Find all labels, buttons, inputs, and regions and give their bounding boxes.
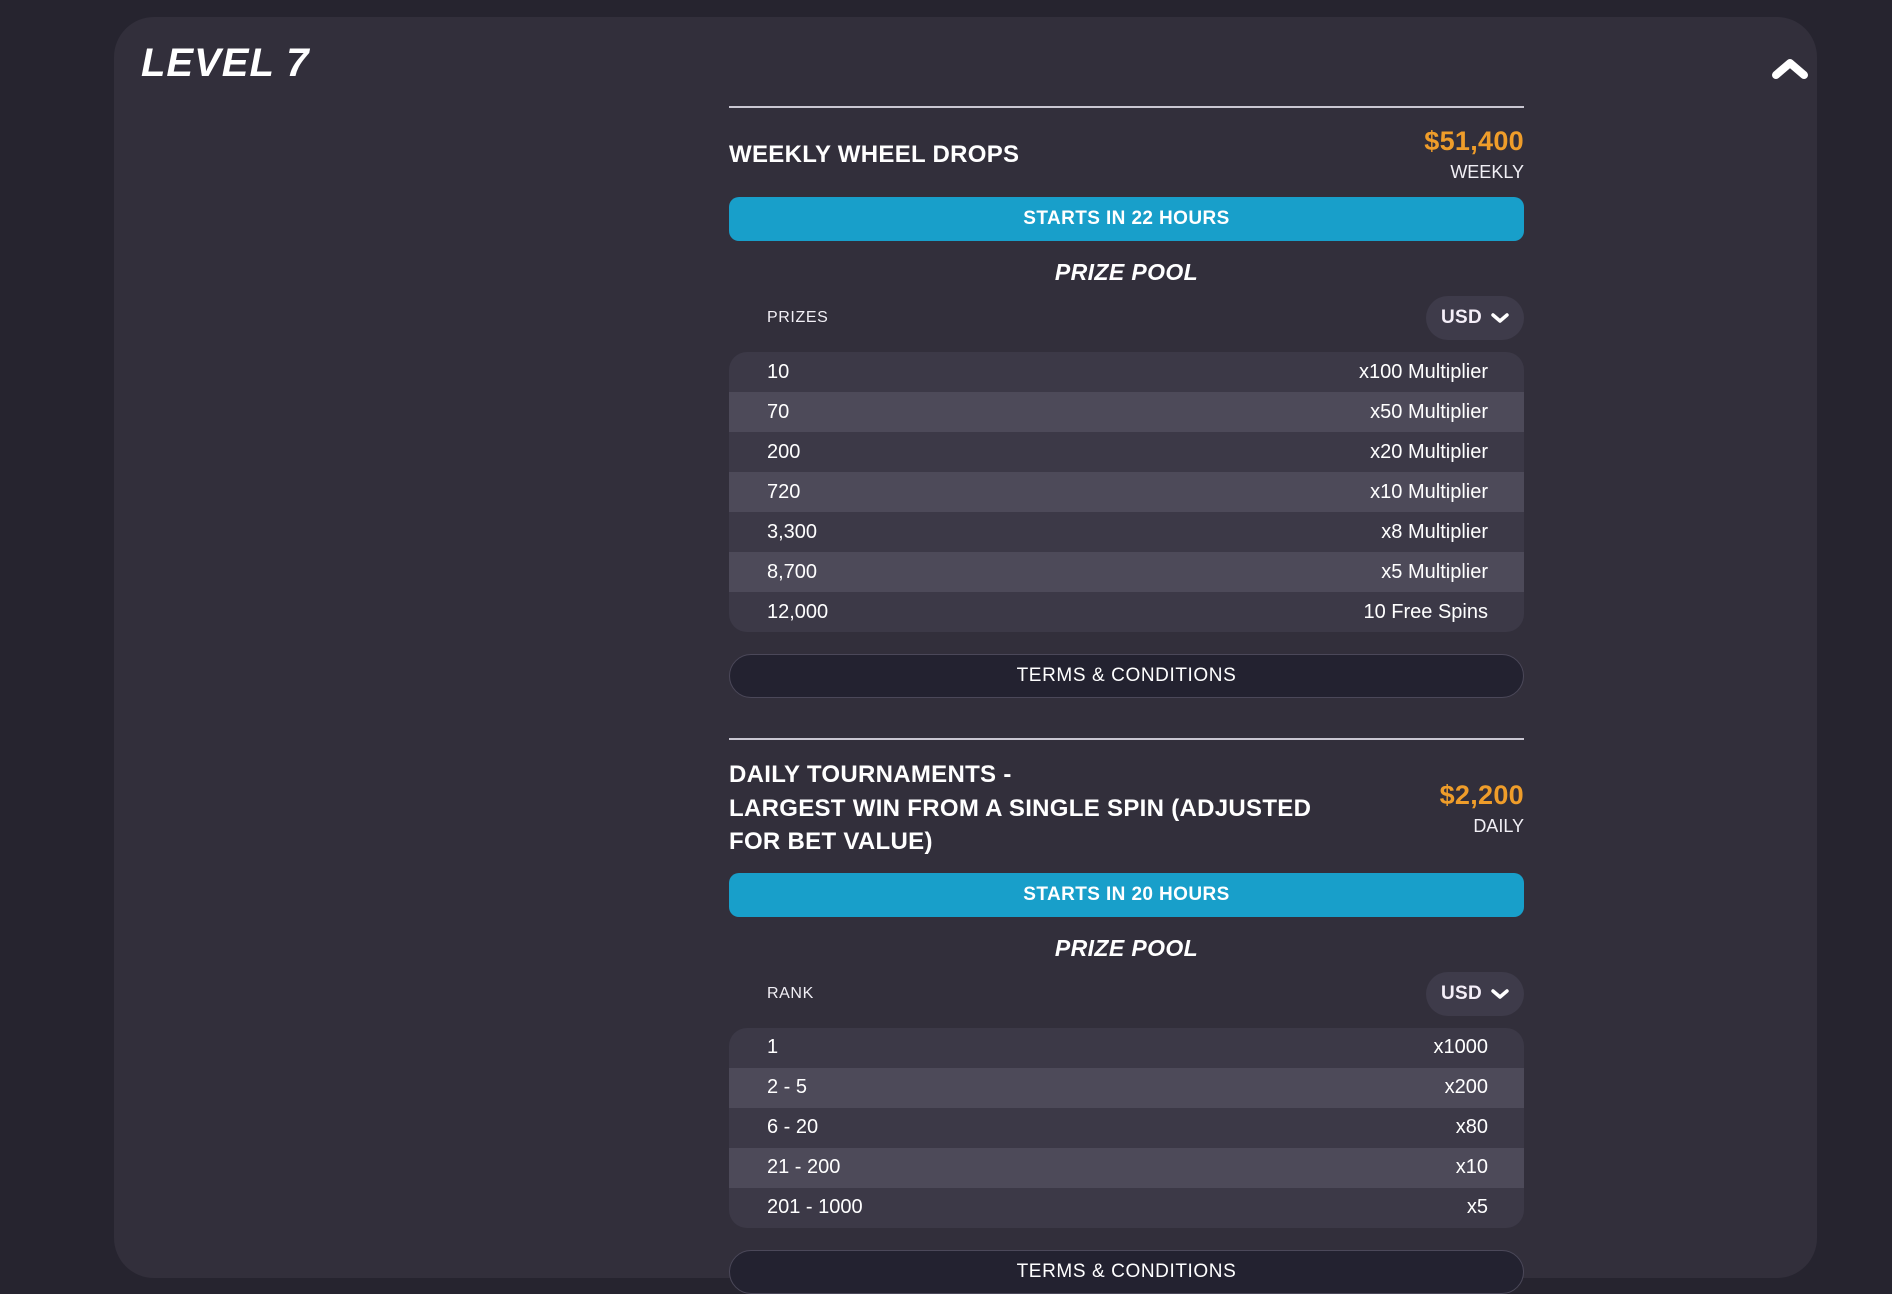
- section-weekly-wheel-drops: WEEKLY WHEEL DROPS $51,400 WEEKLY STARTS…: [729, 126, 1524, 698]
- tournament-title: DAILY TOURNAMENTS - LARGEST WIN FROM A S…: [729, 758, 1369, 859]
- prize-cell: 8,700: [767, 561, 817, 584]
- section-header: WEEKLY WHEEL DROPS $51,400 WEEKLY: [729, 126, 1524, 183]
- prize-cell: 70: [767, 401, 789, 424]
- prize-summary: $2,200 DAILY: [1440, 780, 1524, 837]
- prize-pool-heading: PRIZE POOL: [729, 935, 1524, 962]
- table-row: 21 - 200 x10: [729, 1148, 1524, 1188]
- table-label-row: RANK USD: [729, 972, 1524, 1016]
- chevron-down-icon: [1491, 988, 1509, 1000]
- prize-summary: $51,400 WEEKLY: [1424, 126, 1524, 183]
- reward-cell: x1000: [1434, 1036, 1489, 1059]
- section-divider: [729, 738, 1524, 740]
- table-row: 200 x20 Multiplier: [729, 432, 1524, 472]
- reward-cell: x5: [1467, 1196, 1488, 1219]
- reward-cell: x20 Multiplier: [1370, 441, 1488, 464]
- rank-cell: 2 - 5: [767, 1076, 807, 1099]
- table-row: 3,300 x8 Multiplier: [729, 512, 1524, 552]
- table-row: 1 x1000: [729, 1028, 1524, 1068]
- terms-and-conditions-button[interactable]: TERMS & CONDITIONS: [729, 654, 1524, 698]
- prize-cadence: DAILY: [1440, 816, 1524, 837]
- table-row: 70 x50 Multiplier: [729, 392, 1524, 432]
- chevron-up-icon: [1772, 58, 1808, 80]
- reward-cell: x80: [1456, 1116, 1488, 1139]
- prize-cadence: WEEKLY: [1424, 162, 1524, 183]
- reward-cell: x5 Multiplier: [1381, 561, 1488, 584]
- rank-cell: 1: [767, 1036, 778, 1059]
- countdown-banner[interactable]: STARTS IN 22 HOURS: [729, 197, 1524, 241]
- table-row: 10 x100 Multiplier: [729, 352, 1524, 392]
- prize-amount: $2,200: [1440, 780, 1524, 811]
- column-label: RANK: [767, 985, 814, 1003]
- table-row: 8,700 x5 Multiplier: [729, 552, 1524, 592]
- prize-cell: 10: [767, 361, 789, 384]
- section-daily-tournaments: DAILY TOURNAMENTS - LARGEST WIN FROM A S…: [729, 758, 1524, 1294]
- chevron-down-icon: [1491, 312, 1509, 324]
- column-label: PRIZES: [767, 309, 828, 327]
- prize-pool-heading: PRIZE POOL: [729, 259, 1524, 286]
- level-panel: LEVEL 7 WEEKLY WHEEL DROPS $51,400 WEEKL…: [114, 17, 1817, 1278]
- tournament-title-line2: LARGEST WIN FROM A SINGLE SPIN (ADJUSTED…: [729, 792, 1369, 859]
- prize-cell: 720: [767, 481, 800, 504]
- reward-cell: x10: [1456, 1156, 1488, 1179]
- currency-value: USD: [1441, 983, 1482, 1005]
- panel-title: LEVEL 7: [141, 41, 310, 86]
- prize-cell: 200: [767, 441, 800, 464]
- prize-cell: 3,300: [767, 521, 817, 544]
- currency-value: USD: [1441, 307, 1482, 329]
- rank-table: 1 x1000 2 - 5 x200 6 - 20 x80 21 - 200 x…: [729, 1028, 1524, 1228]
- table-row: 201 - 1000 x5: [729, 1188, 1524, 1228]
- table-label-row: PRIZES USD: [729, 296, 1524, 340]
- currency-dropdown[interactable]: USD: [1426, 296, 1524, 340]
- currency-dropdown[interactable]: USD: [1426, 972, 1524, 1016]
- table-row: 6 - 20 x80: [729, 1108, 1524, 1148]
- rank-cell: 6 - 20: [767, 1116, 818, 1139]
- reward-cell: x100 Multiplier: [1359, 361, 1488, 384]
- rank-cell: 201 - 1000: [767, 1196, 863, 1219]
- section-divider: [729, 106, 1524, 108]
- reward-cell: x200: [1445, 1076, 1488, 1099]
- table-row: 12,000 10 Free Spins: [729, 592, 1524, 632]
- reward-cell: 10 Free Spins: [1363, 601, 1488, 624]
- terms-and-conditions-button[interactable]: TERMS & CONDITIONS: [729, 1250, 1524, 1294]
- prize-cell: 12,000: [767, 601, 828, 624]
- section-header: DAILY TOURNAMENTS - LARGEST WIN FROM A S…: [729, 758, 1524, 859]
- tournament-title-line1: DAILY TOURNAMENTS -: [729, 758, 1369, 792]
- reward-cell: x10 Multiplier: [1370, 481, 1488, 504]
- table-row: 720 x10 Multiplier: [729, 472, 1524, 512]
- prize-table: 10 x100 Multiplier 70 x50 Multiplier 200…: [729, 352, 1524, 632]
- panel-content: WEEKLY WHEEL DROPS $51,400 WEEKLY STARTS…: [729, 106, 1524, 1294]
- table-row: 2 - 5 x200: [729, 1068, 1524, 1108]
- reward-cell: x8 Multiplier: [1381, 521, 1488, 544]
- countdown-banner[interactable]: STARTS IN 20 HOURS: [729, 873, 1524, 917]
- collapse-button[interactable]: [1762, 45, 1818, 93]
- rank-cell: 21 - 200: [767, 1156, 840, 1179]
- tournament-title: WEEKLY WHEEL DROPS: [729, 138, 1019, 172]
- prize-amount: $51,400: [1424, 126, 1524, 157]
- reward-cell: x50 Multiplier: [1370, 401, 1488, 424]
